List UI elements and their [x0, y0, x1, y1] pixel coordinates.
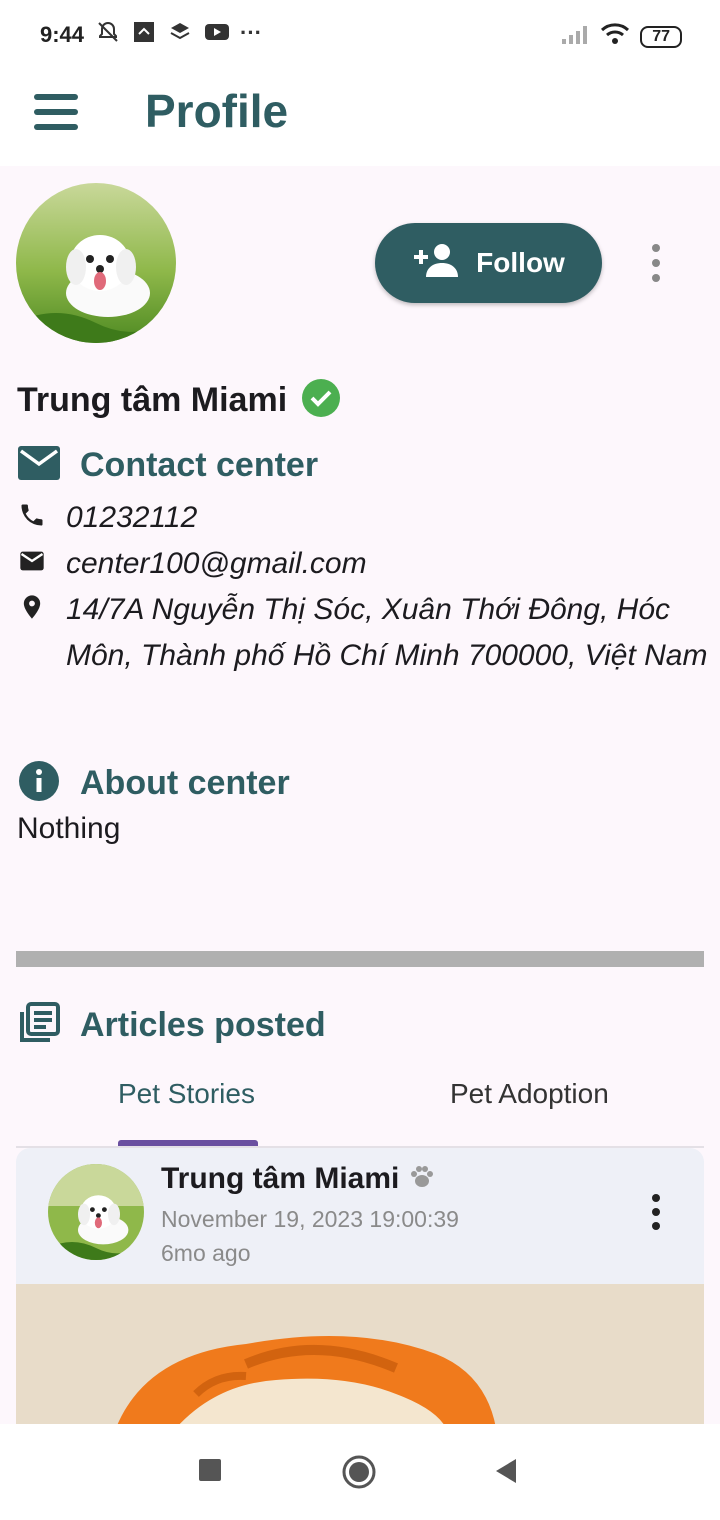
youtube-icon [204, 20, 229, 44]
article-list-icon [18, 1002, 60, 1049]
profile-avatar[interactable] [16, 183, 176, 343]
about-text: Nothing [17, 812, 121, 845]
section-divider [16, 951, 704, 967]
post-more-options-icon[interactable] [646, 1194, 666, 1230]
tab-pet-adoption[interactable]: Pet Adoption [450, 1078, 609, 1110]
follow-button[interactable]: Follow [375, 223, 602, 303]
profile-name: Trung tâm Miami [17, 381, 288, 419]
about-section-title: About center [80, 764, 290, 802]
app-bar: Profile [0, 70, 720, 166]
contact-address: 14/7A Nguyễn Thị Sóc, Xuân Thới Đông, Hó… [66, 593, 708, 672]
layers-icon [168, 20, 192, 44]
contact-email: center100@gmail.com [66, 547, 367, 580]
about-section-header: About center [18, 760, 290, 807]
battery-indicator: 77 [640, 25, 682, 48]
follow-label: Follow [476, 247, 565, 278]
verified-icon [301, 378, 341, 423]
recent-apps-icon[interactable] [198, 1458, 222, 1487]
navigation-app-icon [132, 20, 156, 44]
more-options-icon[interactable] [644, 243, 668, 283]
tab-indicator [118, 1140, 258, 1146]
bell-off-icon [96, 20, 120, 44]
mail-icon [18, 446, 60, 485]
post-date: November 19, 2023 19:00:39 [161, 1206, 459, 1232]
contact-section-title: Contact center [80, 446, 319, 484]
paw-icon [409, 1162, 435, 1196]
home-icon[interactable] [341, 1454, 377, 1495]
email-icon [18, 547, 46, 575]
contact-section-header: Contact center [18, 446, 318, 485]
post-card[interactable]: Trung tâm Miami November 19, 2023 19:00:… [16, 1148, 704, 1428]
page-title: Profile [145, 85, 289, 137]
phone-icon [18, 501, 46, 529]
menu-icon[interactable] [34, 92, 78, 132]
post-author-avatar[interactable] [48, 1164, 144, 1260]
profile-name-row: Trung tâm Miami [17, 378, 341, 423]
person-add-icon [412, 243, 460, 284]
contact-phone-row[interactable]: 01232112 [18, 495, 716, 541]
articles-section-title: Articles posted [80, 1006, 326, 1044]
status-notification-icons: ··· [96, 20, 280, 45]
post-image[interactable] [16, 1284, 704, 1428]
status-system-icons: 77 [560, 22, 682, 51]
location-pin-icon [18, 593, 46, 621]
wifi-icon [600, 22, 630, 51]
status-bar: 9:44 ··· 77 [0, 0, 720, 70]
status-time: 9:44 [40, 22, 85, 47]
contact-address-row[interactable]: 14/7A Nguyễn Thị Sóc, Xuân Thới Đông, Hó… [18, 587, 716, 679]
system-navigation-bar [0, 1424, 720, 1520]
more-notifications-icon: ··· [240, 20, 262, 45]
info-icon [18, 760, 60, 807]
signal-icon [560, 23, 590, 50]
post-author-row: Trung tâm Miami [161, 1162, 435, 1196]
contact-phone: 01232112 [66, 501, 198, 534]
articles-section-header: Articles posted [18, 1002, 326, 1049]
back-icon[interactable] [494, 1458, 518, 1489]
post-relative-time: 6mo ago [161, 1240, 251, 1266]
articles-tabs: Pet Stories Pet Adoption [16, 1068, 704, 1148]
contact-email-row[interactable]: center100@gmail.com [18, 541, 716, 587]
tab-pet-stories[interactable]: Pet Stories [118, 1078, 255, 1110]
post-author-name: Trung tâm Miami [161, 1162, 400, 1195]
